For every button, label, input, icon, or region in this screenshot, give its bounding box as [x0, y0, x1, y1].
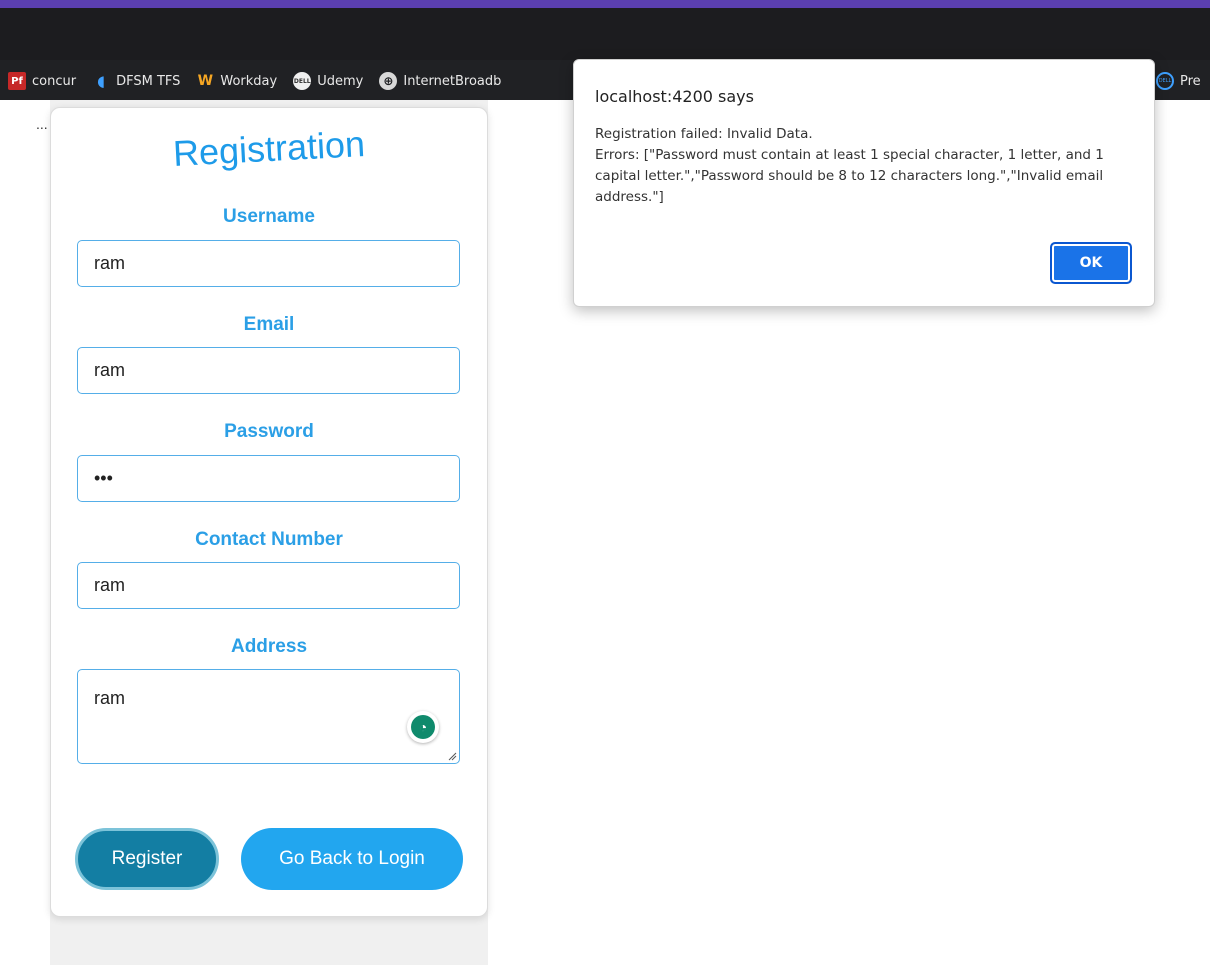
dell-icon: DELL [293, 72, 312, 90]
bookmark-label: InternetBroadb [403, 73, 502, 89]
page-title: Registration [171, 123, 366, 174]
password-label: Password [224, 421, 314, 442]
bookmark-label: Pre [1180, 73, 1201, 89]
bookmark-label: concur [32, 73, 77, 89]
bookmark-internetbroadband[interactable]: ⊕ InternetBroadb [379, 72, 501, 90]
contact-number-input[interactable]: ram [77, 562, 460, 609]
bookmark-label: Workday [220, 73, 278, 89]
contact-number-label: Contact Number [195, 529, 343, 550]
workday-icon: W [197, 73, 214, 89]
email-value: ram [94, 360, 125, 380]
dialog-message-line-1: Registration failed: Invalid Data. [595, 126, 813, 142]
bookmark-dfsm-tfs[interactable]: ◖ DFSM TFS [92, 72, 180, 90]
resize-handle-icon[interactable] [447, 751, 457, 761]
bookmarks-bar: Pf concur ◖ DFSM TFS W Workday DELL Udem… [0, 66, 509, 96]
browser-accent-bar [0, 0, 1210, 8]
ok-button[interactable]: OK [1050, 242, 1132, 284]
email-label: Email [243, 314, 295, 335]
ellipsis-text: ... [36, 116, 48, 132]
azure-devops-icon: ◖ [97, 72, 106, 90]
pf-icon: Pf [8, 72, 26, 90]
bookmark-overflow[interactable]: DELL Pre [1156, 66, 1201, 96]
globe-icon: ⊕ [379, 72, 398, 90]
grammarly-icon[interactable]: ◔ [407, 711, 439, 743]
username-input[interactable]: ram [77, 240, 460, 287]
address-value: ram [94, 688, 125, 708]
contact-number-value: ram [94, 575, 125, 595]
address-textarea[interactable]: ram ◔ [77, 669, 460, 764]
grammarly-spinner-icon: ◔ [411, 715, 435, 739]
username-label: Username [223, 206, 315, 227]
bookmark-udemy[interactable]: DELL Udemy [293, 72, 363, 90]
tab-strip [0, 8, 1210, 60]
username-value: ram [94, 253, 125, 273]
dialog-title: localhost:4200 says [595, 87, 754, 106]
email-input[interactable]: ram [77, 347, 460, 394]
go-back-to-login-button[interactable]: Go Back to Login [241, 828, 463, 890]
dell-icon: DELL [1156, 72, 1174, 90]
bookmark-workday[interactable]: W Workday [196, 72, 278, 90]
registration-card: Registration Username ram Email ram Pass… [50, 107, 488, 917]
alert-dialog: localhost:4200 says Registration failed:… [573, 59, 1155, 307]
address-label: Address [230, 636, 308, 657]
bookmark-concur[interactable]: Pf concur [8, 72, 76, 90]
register-button[interactable]: Register [75, 828, 219, 890]
dialog-message-line-2: Errors: ["Password must contain at least… [595, 147, 1104, 205]
bookmark-label: DFSM TFS [116, 73, 181, 89]
dialog-message: Registration failed: Invalid Data. Error… [595, 124, 1140, 208]
password-value: ••• [94, 468, 113, 488]
password-input[interactable]: ••• [77, 455, 460, 502]
bookmark-label: Udemy [317, 73, 364, 89]
